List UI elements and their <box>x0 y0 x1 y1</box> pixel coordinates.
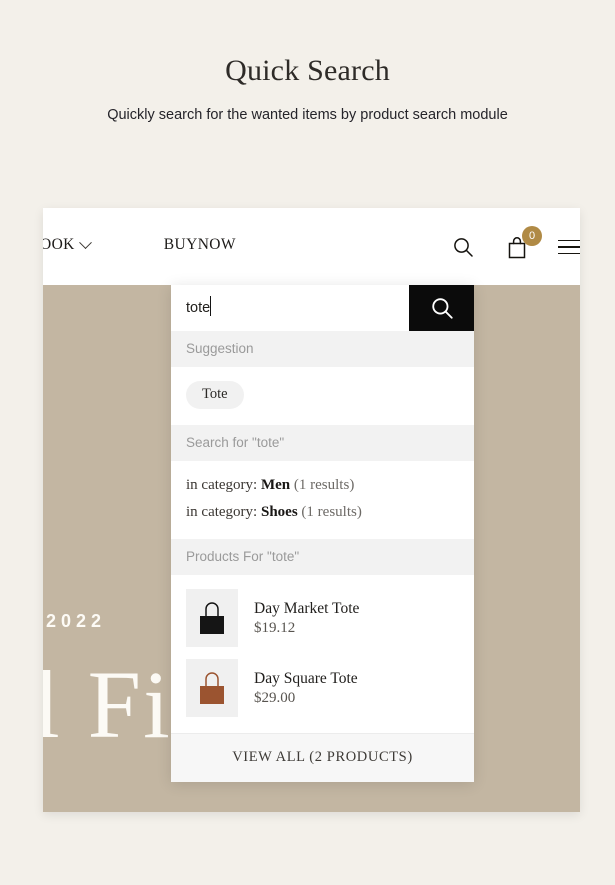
quick-search-dropdown: Suggestion Tote Search for "tote" in cat… <box>171 285 474 782</box>
category-results: in category: Men (1 results) in category… <box>171 461 474 539</box>
list-item[interactable]: in category: Men (1 results) <box>186 472 459 499</box>
search-input[interactable] <box>171 285 409 331</box>
chevron-down-icon <box>78 235 92 249</box>
product-thumbnail <box>186 589 238 647</box>
search-results-panel: Suggestion Tote Search for "tote" in cat… <box>171 331 474 782</box>
hero-year: 2022 <box>46 611 107 631</box>
category-count: (1 results) <box>293 477 355 493</box>
suggestion-section-header: Suggestion <box>171 331 474 367</box>
text-cursor <box>210 296 212 316</box>
product-name: Day Market Tote <box>254 599 360 617</box>
category-name: Men <box>260 477 291 493</box>
nav-item-lookbook[interactable]: OOK <box>43 235 92 254</box>
product-price: $29.00 <box>254 690 296 707</box>
page-subtitle: Quickly search for the wanted items by p… <box>107 107 508 123</box>
search-bar <box>171 285 474 331</box>
product-info: Day Market Tote $19.12 <box>254 599 359 637</box>
primary-nav: OOK BUYNOW <box>43 235 236 254</box>
nav-item-buynow-label: BUYNOW <box>163 236 236 253</box>
category-count: (1 results) <box>301 504 362 520</box>
nav-item-lookbook-label: OOK <box>43 236 75 253</box>
nav-item-buynow[interactable]: BUYNOW <box>164 236 236 254</box>
product-price: $19.12 <box>254 620 296 637</box>
product-name: Day Square Tote <box>254 669 358 687</box>
products-section-header: Products For "tote" <box>171 539 474 575</box>
hero-headline: l Fi <box>43 651 172 758</box>
hamburger-menu-icon[interactable] <box>558 239 580 255</box>
category-name: Shoes <box>260 504 298 520</box>
page-title: Quick Search <box>225 54 390 87</box>
product-info: Day Square Tote $29.00 <box>254 669 358 707</box>
tote-bag-icon <box>200 672 224 704</box>
page-header: Quick Search Quickly search for the want… <box>0 0 615 123</box>
search-icon[interactable] <box>448 232 478 262</box>
category-prefix: in category: <box>186 504 258 520</box>
tote-bag-icon <box>200 602 224 634</box>
product-results: Day Market Tote $19.12 Day Square Tote $… <box>171 575 474 733</box>
header-actions: 0 <box>448 226 580 262</box>
shopping-bag-icon[interactable]: 0 <box>502 226 542 262</box>
suggestion-tags: Tote <box>171 367 474 425</box>
view-all-link[interactable]: VIEW ALL (2 PRODUCTS) <box>171 733 474 782</box>
list-item[interactable]: in category: Shoes (1 results) <box>186 499 459 526</box>
list-item[interactable]: Day Square Tote $29.00 <box>171 653 474 723</box>
list-item[interactable]: Day Market Tote $19.12 <box>171 583 474 653</box>
search-for-section-header: Search for "tote" <box>171 425 474 461</box>
product-thumbnail <box>186 659 238 717</box>
search-submit-button[interactable] <box>409 285 474 331</box>
site-header: OOK BUYNOW 0 <box>43 208 580 285</box>
category-prefix: in category: <box>186 477 258 493</box>
cart-count-badge: 0 <box>522 226 542 246</box>
suggestion-tag-tote[interactable]: Tote <box>186 381 244 409</box>
